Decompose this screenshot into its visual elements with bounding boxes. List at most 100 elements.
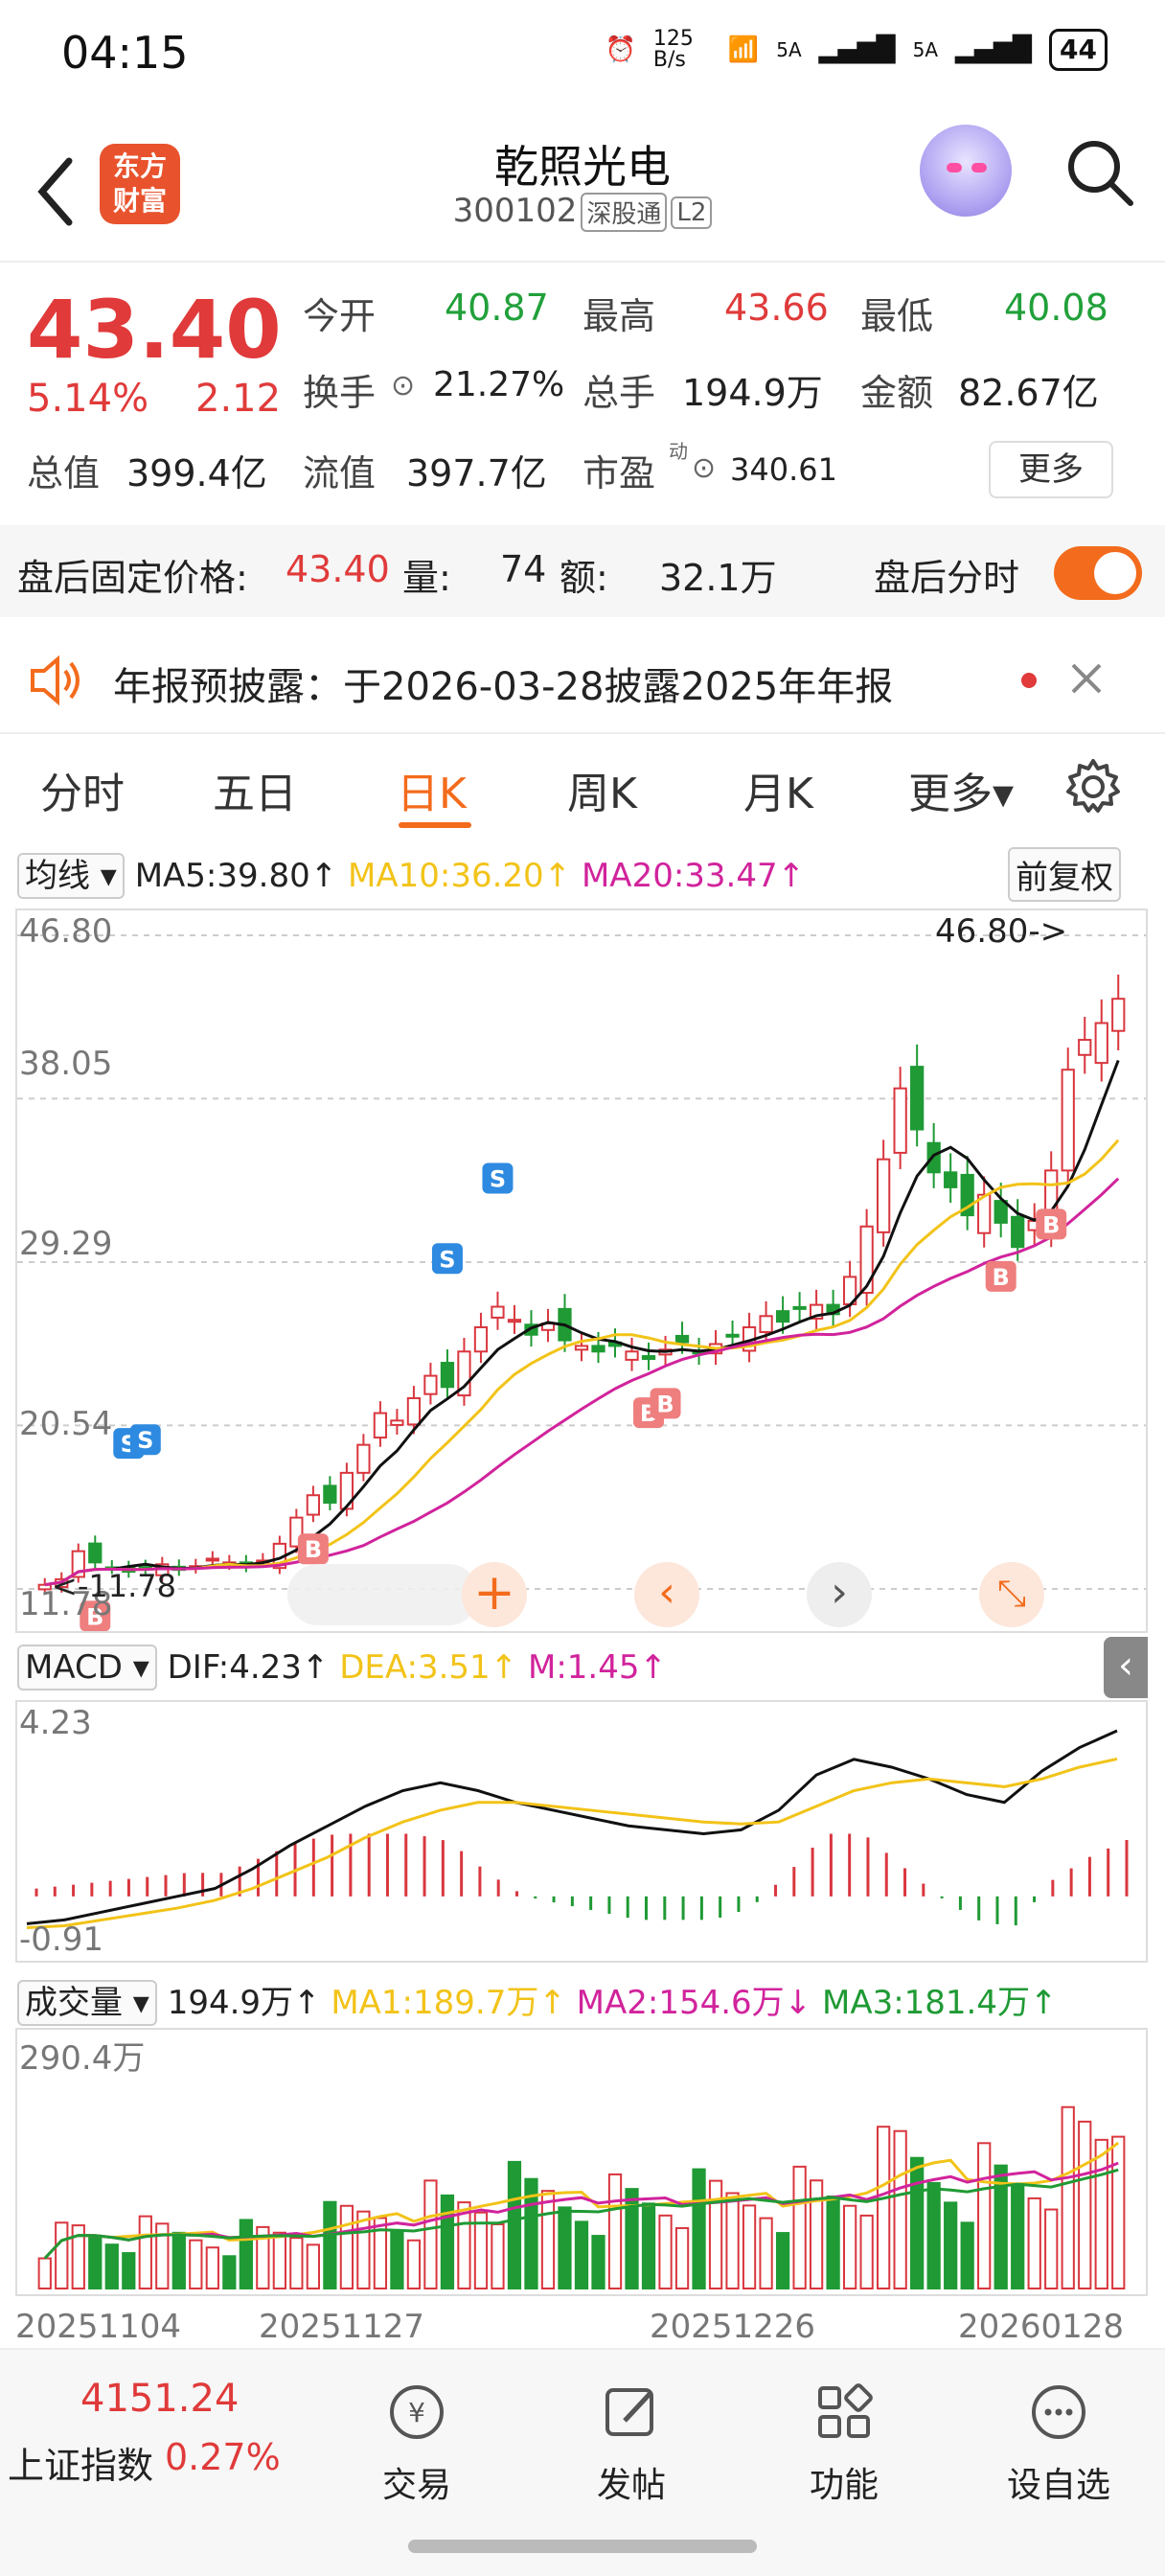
tab-daily-k[interactable]: 日K bbox=[397, 759, 467, 820]
volume-bar bbox=[641, 2202, 656, 2290]
collapse-panel-button[interactable]: ‹ bbox=[1104, 1637, 1148, 1698]
ma5-line bbox=[44, 1059, 1120, 1587]
macd-y-top: 4.23 bbox=[19, 1704, 92, 1742]
info-icon[interactable]: ⊙ bbox=[692, 451, 716, 485]
nav-add-favorite[interactable]: 设自选 bbox=[987, 2379, 1131, 2507]
macd-y-bottom: -0.91 bbox=[19, 1920, 103, 1959]
signal-1: 5A bbox=[776, 38, 802, 61]
volume-bar bbox=[239, 2219, 253, 2289]
volume-bar bbox=[842, 2204, 857, 2289]
volume-bar bbox=[390, 2229, 404, 2289]
nav-post[interactable]: 发帖 bbox=[560, 2379, 703, 2507]
nav-functions[interactable]: 功能 bbox=[772, 2379, 916, 2507]
after-amount: 32.1万 bbox=[659, 557, 777, 599]
candle-body bbox=[306, 1494, 321, 1516]
volume-bar bbox=[540, 2190, 556, 2290]
tab-more[interactable]: 更多▾ bbox=[908, 759, 1014, 820]
notice-banner[interactable]: 年报预披露：于2026-03-28披露2025年年报 bbox=[0, 632, 1165, 728]
kline-y-top: 46.80 bbox=[19, 912, 113, 951]
after-volume-label: 量: bbox=[402, 557, 451, 599]
volume-bar bbox=[910, 2156, 925, 2289]
assistant-avatar-icon[interactable] bbox=[920, 125, 1012, 217]
volume-bar bbox=[1027, 2196, 1041, 2289]
adjust-selector[interactable]: 前复权 bbox=[1008, 847, 1121, 902]
volume-bar bbox=[692, 2168, 706, 2290]
tab-five-day[interactable]: 五日 bbox=[213, 759, 297, 820]
volume-bar bbox=[323, 2200, 337, 2290]
scroll-right-button[interactable]: › bbox=[807, 1562, 872, 1627]
nav-trade[interactable]: ¥ 交易 bbox=[345, 2379, 489, 2507]
pe-value: 340.61 bbox=[730, 451, 837, 488]
after-hours-toggle[interactable] bbox=[1054, 546, 1142, 600]
volume-bar bbox=[558, 2206, 572, 2289]
ma-selector[interactable]: 均线 ▾ bbox=[17, 853, 125, 899]
tab-monthly-k[interactable]: 月K bbox=[743, 759, 813, 820]
macd-selector[interactable]: MACD ▾ bbox=[17, 1644, 157, 1690]
volume-selector[interactable]: 成交量 ▾ bbox=[17, 1980, 157, 2026]
kline-svg[interactable]: BS SBSSB BBB bbox=[17, 910, 1146, 1632]
float-label: 流值 bbox=[303, 452, 377, 494]
low-label: 最低 bbox=[860, 295, 934, 337]
kline-chart[interactable]: BSSBSSBBBB bbox=[15, 908, 1148, 1633]
change-amount: 2.12 bbox=[195, 377, 282, 421]
info-icon[interactable]: ⊙ bbox=[391, 369, 415, 402]
tab-weekly-k[interactable]: 周K bbox=[567, 759, 637, 820]
stock-header: 东方 财富 乾照光电 300102 深股通 L2 bbox=[0, 115, 1165, 259]
tab-intraday[interactable]: 分时 bbox=[40, 759, 125, 820]
mcap-label: 总值 bbox=[27, 452, 101, 494]
volume-bar bbox=[893, 2129, 907, 2290]
zoom-in-button[interactable]: + bbox=[462, 1562, 527, 1627]
candle-body bbox=[926, 1141, 941, 1174]
close-icon[interactable] bbox=[1069, 661, 1104, 696]
kline-y-4: 20.54 bbox=[19, 1405, 113, 1443]
candle-body bbox=[406, 1396, 422, 1426]
amount-label: 金额 bbox=[860, 372, 934, 414]
candle-body bbox=[759, 1315, 773, 1333]
candle-body bbox=[1111, 998, 1126, 1032]
zoom-out-button[interactable] bbox=[287, 1564, 479, 1625]
volume-bar bbox=[1094, 2138, 1108, 2289]
volume-bar bbox=[440, 2194, 455, 2289]
candle-body bbox=[473, 1325, 489, 1353]
vol-ma1-value: MA1:189.7万↑ bbox=[331, 1984, 566, 2022]
index-value[interactable]: 4151.24 bbox=[80, 2377, 239, 2421]
status-icons: ⏰ 125 B/s 📶 5A ▂▄▆█ 5A ▂▄▆█ 44 bbox=[605, 29, 1108, 71]
after-price-label: 盘后固定价格: bbox=[17, 557, 248, 599]
volume-bar bbox=[759, 2217, 773, 2289]
buy-marker-icon: B bbox=[297, 1533, 329, 1565]
home-indicator bbox=[408, 2540, 757, 2553]
pe-dynamic-tag: 动 bbox=[669, 440, 688, 463]
volume-bar bbox=[88, 2234, 103, 2290]
volume-bar bbox=[1111, 2135, 1126, 2289]
after-volume: 74 bbox=[500, 548, 547, 590]
fullscreen-button[interactable]: ⤡ bbox=[979, 1562, 1044, 1627]
quote-panel: 43.40 5.14% 2.12 今开 40.87 最高 43.66 最低 40… bbox=[0, 264, 1165, 522]
volume-legend: 成交量 ▾ 194.9万↑ MA1:189.7万↑ MA2:154.6万↓ MA… bbox=[17, 1976, 1058, 2026]
search-icon[interactable] bbox=[1063, 136, 1136, 209]
tab-indicator bbox=[399, 822, 471, 828]
scroll-left-button[interactable]: ‹ bbox=[634, 1562, 699, 1627]
candle-body bbox=[877, 1158, 891, 1233]
notice-text: 年报预披露：于2026-03-28披露2025年年报 bbox=[113, 665, 894, 709]
macd-chart[interactable] bbox=[15, 1700, 1148, 1963]
current-price: 43.40 bbox=[27, 283, 282, 377]
volume-bar bbox=[775, 2232, 790, 2289]
float-value: 397.7亿 bbox=[406, 452, 547, 494]
volume-bar bbox=[507, 2160, 522, 2289]
index-name[interactable]: 上证指数 bbox=[8, 2436, 153, 2489]
macd-svg[interactable] bbox=[17, 1702, 1146, 1961]
marker-letter: B bbox=[993, 1264, 1010, 1291]
speaker-icon bbox=[31, 655, 80, 706]
volume-chart[interactable] bbox=[15, 2028, 1148, 2296]
volume-svg[interactable] bbox=[17, 2030, 1146, 2294]
marker-letter: B bbox=[1042, 1211, 1060, 1238]
turnover-label: 换手 bbox=[303, 372, 377, 414]
candle-body bbox=[373, 1412, 388, 1439]
high-label: 最高 bbox=[582, 295, 656, 337]
candle-body bbox=[792, 1305, 807, 1310]
volume-bar bbox=[977, 2142, 992, 2289]
settings-gear-icon[interactable] bbox=[1062, 755, 1125, 818]
more-button[interactable]: 更多 bbox=[989, 441, 1113, 498]
volume-bar bbox=[625, 2188, 639, 2289]
volume-bar bbox=[122, 2252, 136, 2290]
